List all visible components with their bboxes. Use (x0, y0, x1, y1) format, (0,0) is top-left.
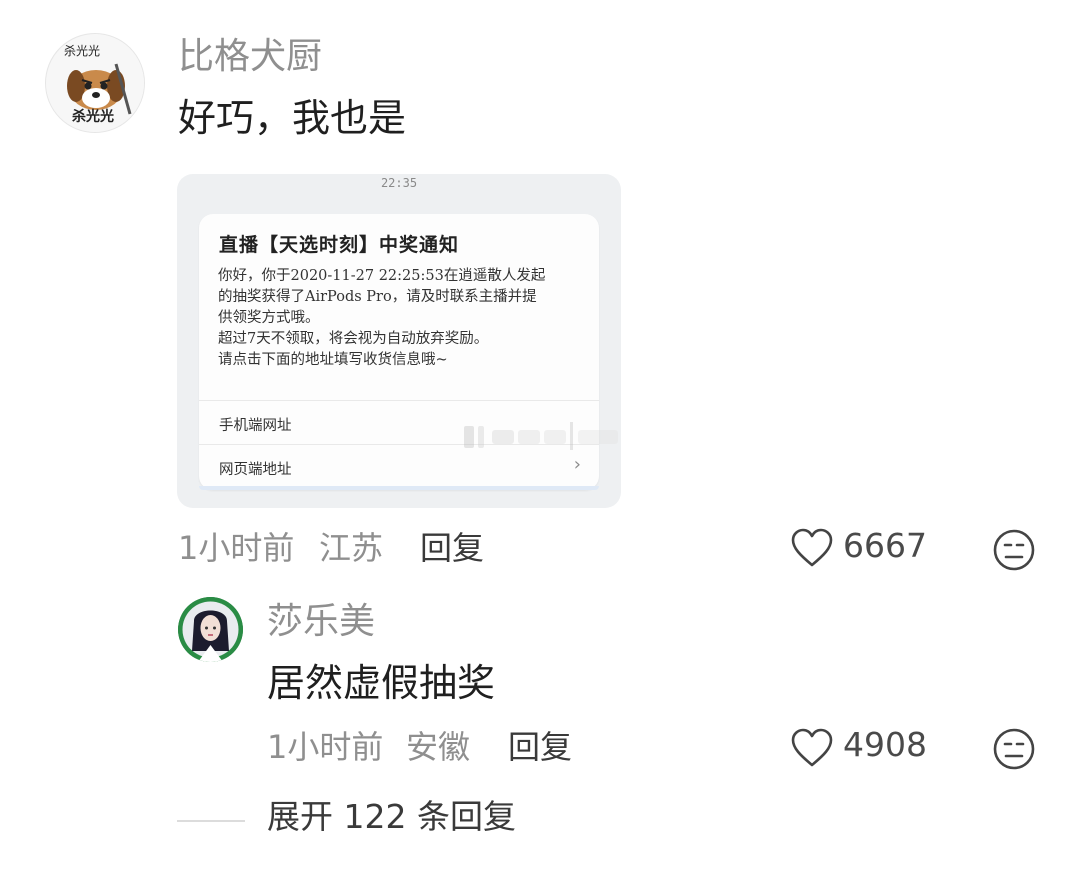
reply-text: 居然虚假抽奖 (267, 661, 496, 705)
notification-line: 供领奖方式哦。 (218, 310, 320, 326)
notification-line: 超过7天不领取，将会视为自动放弃奖励。 (218, 331, 489, 347)
notification-line: 的抽奖获得了AirPods Pro，请及时联系主播并提 (218, 289, 537, 305)
web-link: 网页端地址 (219, 462, 292, 478)
avatar[interactable]: 杀光光 杀光光 (45, 33, 145, 133)
heart-outline-icon[interactable] (790, 728, 834, 768)
neutral-face-icon[interactable] (992, 528, 1036, 572)
watermark-icon (464, 422, 618, 450)
notification-title: 直播【天选时刻】中奖通知 (219, 234, 460, 256)
chevron-right-icon: › (573, 454, 581, 475)
comment-text: 好巧，我也是 (178, 96, 407, 140)
expand-replies-button[interactable]: 展开 122 条回复 (267, 797, 516, 837)
avatar[interactable] (178, 597, 243, 662)
avatar-caption-bottom: 杀光光 (72, 109, 114, 125)
divider (177, 820, 245, 822)
notification-line: 请点击下面的地址填写收货信息哦~ (218, 352, 448, 368)
like-count: 6667 (843, 526, 927, 565)
card-accent-bar (199, 486, 599, 490)
like-count: 4908 (843, 725, 927, 764)
portrait-avatar-icon (178, 597, 243, 662)
divider (199, 400, 599, 401)
reply-author[interactable]: 莎乐美 (267, 600, 375, 644)
reply-button[interactable]: 回复 (420, 528, 484, 568)
reply-location: 安徽 (406, 728, 471, 766)
attachment-status-time: 22:35 (380, 176, 418, 190)
notification-body: 你好，你于2020-11-27 22:25:53在逍遥散人发起 的抽奖获得了Ai… (218, 266, 590, 371)
neutral-face-icon[interactable] (992, 727, 1036, 771)
comment-location: 江苏 (319, 529, 384, 567)
heart-outline-icon[interactable] (790, 528, 834, 568)
avatar-caption-top: 杀光光 (64, 44, 101, 58)
comment-image-attachment[interactable]: 22:35 直播【天选时刻】中奖通知 你好，你于2020-11-27 22:25… (177, 174, 621, 508)
mobile-link: 手机端网址 (219, 418, 292, 434)
reply-time: 1小时前 (267, 728, 384, 766)
comment-author[interactable]: 比格犬厨 (178, 35, 322, 79)
reply-button[interactable]: 回复 (508, 727, 572, 767)
notification-line: 你好，你于2020-11-27 22:25:53在逍遥散人发起 (218, 268, 546, 284)
comment-time: 1小时前 (178, 529, 295, 567)
